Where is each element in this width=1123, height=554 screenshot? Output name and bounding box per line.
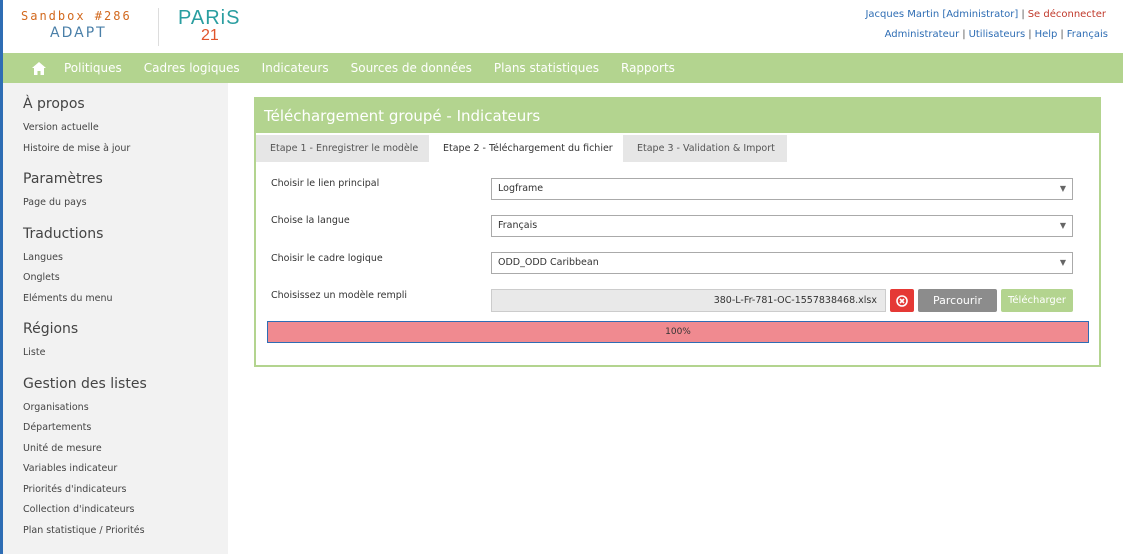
- sidebar-item-unite-de-mesure[interactable]: Unité de mesure: [23, 439, 228, 460]
- user-line: Jacques Martin [Administrator] | Se déconn…: [865, 9, 1106, 20]
- sidebar-item-plan-statistique[interactable]: Plan statistique / Priorités: [23, 521, 228, 542]
- main-link-label: Choisir le lien principal: [271, 178, 380, 189]
- adapt-logo[interactable]: ADAPT: [50, 25, 107, 41]
- sidebar-item-departements[interactable]: Départements: [23, 418, 228, 439]
- sidebar-item-elements-du-menu[interactable]: Eléments du menu: [23, 289, 228, 310]
- nav-item-politiques[interactable]: Politiques: [64, 61, 122, 75]
- panel-title: Téléchargement groupé - Indicateurs: [256, 99, 1099, 133]
- tab-step-2[interactable]: Etape 2 - Téléchargement du fichier: [429, 135, 623, 162]
- browse-button[interactable]: Parcourir: [918, 289, 997, 312]
- separator: |: [1060, 29, 1064, 40]
- language-label: Choise la langue: [271, 215, 350, 226]
- logout-link[interactable]: Se déconnecter: [1028, 9, 1106, 20]
- sidebar-item-collection-indicateurs[interactable]: Collection d'indicateurs: [23, 500, 228, 521]
- nav-item-plans-statistiques[interactable]: Plans statistiques: [494, 61, 599, 75]
- upload-button[interactable]: Télécharger: [1001, 289, 1073, 312]
- remove-circle-icon: [896, 294, 908, 307]
- paris21-logo-number: 21: [201, 27, 219, 44]
- nav-item-rapports[interactable]: Rapports: [621, 61, 675, 75]
- language-link[interactable]: Français: [1067, 29, 1108, 40]
- bulk-upload-panel: Téléchargement groupé - Indicateurs Etap…: [254, 97, 1101, 367]
- sandbox-label: Sandbox #286: [21, 9, 132, 23]
- sidebar-item-organisations[interactable]: Organisations: [23, 398, 228, 419]
- sidebar-item-histoire[interactable]: Histoire de mise à jour: [23, 139, 228, 160]
- template-label: Choisissez un modèle rempli: [271, 290, 408, 301]
- separator: |: [1021, 9, 1025, 20]
- logframe-value: ODD_ODD Caribbean: [498, 257, 599, 268]
- sidebar-item-priorites-indicateurs[interactable]: Priorités d'indicateurs: [23, 480, 228, 501]
- sidebar-item-variables-indicateur[interactable]: Variables indicateur: [23, 459, 228, 480]
- admin-links: Administrateur | Utilisateurs | Help | Françai…: [885, 29, 1108, 40]
- upload-progress-bar: 100%: [267, 321, 1089, 343]
- clear-file-button[interactable]: [890, 289, 914, 312]
- step-tabs: Etape 1 - Enregistrer le modèle Etape 2 …: [256, 135, 787, 162]
- tab-step-1[interactable]: Etape 1 - Enregistrer le modèle: [256, 135, 429, 162]
- home-icon[interactable]: [28, 60, 50, 76]
- language-value: Français: [498, 220, 538, 231]
- header: Sandbox #286 ADAPT PARiS 21 Jacques Mart…: [3, 0, 1123, 53]
- sidebar-heading-parametres: Paramètres: [23, 171, 103, 187]
- logframe-label: Choisir le cadre logique: [271, 253, 383, 264]
- sidebar-item-liste[interactable]: Liste: [23, 343, 228, 364]
- sidebar-heading-gestion-des-listes: Gestion des listes: [23, 375, 147, 392]
- logframe-select[interactable]: ODD_ODD Caribbean ▼: [491, 252, 1073, 274]
- admin-link[interactable]: Administrateur: [885, 29, 960, 40]
- main-link-select[interactable]: Logframe ▼: [491, 178, 1073, 200]
- sidebar: À propos Version actuelle Histoire de mi…: [3, 83, 228, 554]
- sidebar-item-page-du-pays[interactable]: Page du pays: [23, 193, 228, 214]
- sidebar-item-onglets[interactable]: Onglets: [23, 268, 228, 289]
- main-link-value: Logframe: [498, 183, 544, 194]
- nav-item-cadres-logiques[interactable]: Cadres logiques: [144, 61, 240, 75]
- logo-divider: [158, 8, 159, 46]
- language-select[interactable]: Français ▼: [491, 215, 1073, 237]
- tab-step-3[interactable]: Etape 3 - Validation & Import: [623, 135, 787, 162]
- user-name-link[interactable]: Jacques Martin [Administrator]: [865, 9, 1018, 20]
- sidebar-heading-regions: Régions: [23, 321, 79, 337]
- nav-item-indicateurs[interactable]: Indicateurs: [262, 61, 329, 75]
- sidebar-heading-a-propos: À propos: [23, 96, 85, 112]
- nav-item-sources-de-donnees[interactable]: Sources de données: [351, 61, 472, 75]
- chevron-down-icon: ▼: [1059, 258, 1066, 267]
- chevron-down-icon: ▼: [1059, 221, 1066, 230]
- progress-label: 100%: [665, 327, 691, 337]
- separator: |: [1028, 29, 1032, 40]
- sidebar-item-langues[interactable]: Langues: [23, 248, 228, 269]
- file-name-field: 380-L-Fr-781-OC-1557838468.xlsx: [491, 289, 886, 312]
- main-nav: Politiques Cadres logiques Indicateurs S…: [3, 53, 1123, 83]
- sidebar-heading-traductions: Traductions: [23, 225, 104, 242]
- help-link[interactable]: Help: [1035, 29, 1058, 40]
- separator: |: [962, 29, 966, 40]
- users-link[interactable]: Utilisateurs: [969, 29, 1026, 40]
- chevron-down-icon: ▼: [1059, 184, 1066, 193]
- sidebar-item-version-actuelle[interactable]: Version actuelle: [23, 118, 228, 139]
